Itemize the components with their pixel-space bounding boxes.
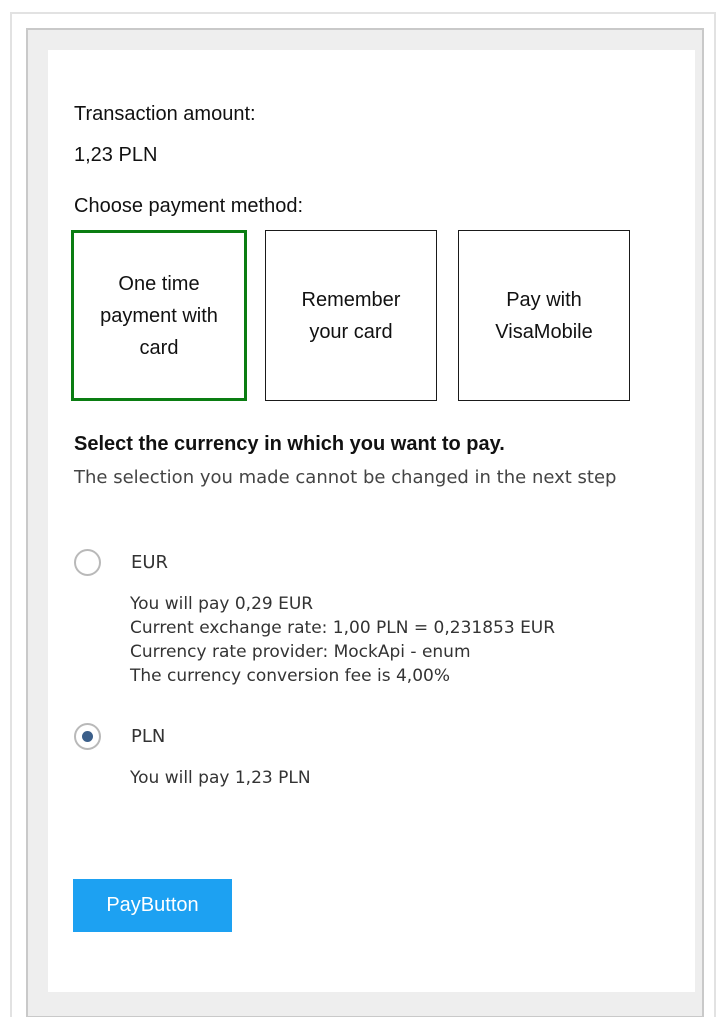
currency-eur-radio[interactable]: [74, 549, 101, 576]
page-outer-frame: Transaction amount: 1,23 PLN Choose paym…: [10, 12, 716, 1017]
eur-rate-provider: Currency rate provider: MockApi - enum: [130, 642, 471, 662]
payment-frame: Transaction amount: 1,23 PLN Choose paym…: [26, 28, 704, 1017]
eur-conversion-fee: The currency conversion fee is 4,00%: [130, 666, 450, 686]
transaction-amount-label: Transaction amount:: [74, 103, 256, 125]
currency-eur-label: EUR: [131, 552, 169, 573]
payment-method-visamobile[interactable]: Pay with VisaMobile: [458, 230, 630, 401]
currency-pln-radio[interactable]: [74, 723, 101, 750]
eur-exchange-rate: Current exchange rate: 1,00 PLN = 0,2318…: [130, 618, 556, 638]
currency-option-pln[interactable]: PLN: [74, 723, 165, 750]
payment-method-one-time-card-label: One time payment with card: [100, 272, 218, 359]
payment-method-label: Choose payment method:: [74, 195, 304, 217]
payment-panel: Transaction amount: 1,23 PLN Choose paym…: [48, 50, 695, 992]
payment-method-one-time-card[interactable]: One time payment with card: [71, 230, 247, 401]
transaction-amount-value: 1,23 PLN: [74, 144, 158, 166]
currency-option-eur[interactable]: EUR: [74, 549, 168, 576]
pln-pay-amount: You will pay 1,23 PLN: [130, 768, 311, 788]
payment-method-visamobile-label: Pay with VisaMobile: [495, 288, 593, 343]
currency-heading: Select the currency in which you want to…: [74, 433, 505, 455]
currency-note: The selection you made cannot be changed…: [74, 467, 617, 488]
pay-button[interactable]: PayButton: [73, 879, 232, 932]
currency-pln-details: You will pay 1,23 PLN: [130, 766, 311, 790]
currency-eur-details: You will pay 0,29 EUR Current exchange r…: [130, 592, 555, 688]
eur-pay-amount: You will pay 0,29 EUR: [130, 594, 314, 614]
payment-method-remember-card[interactable]: Remember your card: [265, 230, 437, 401]
currency-pln-label: PLN: [131, 726, 166, 747]
payment-method-remember-card-label: Remember your card: [301, 288, 401, 343]
